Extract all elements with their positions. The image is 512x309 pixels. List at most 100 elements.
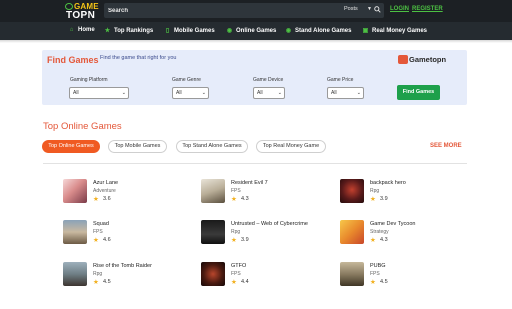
game-rating: 4.3 (241, 196, 249, 202)
gamepad-icon: ◉ (285, 28, 292, 34)
register-link[interactable]: REGISTER (412, 6, 443, 12)
price-select[interactable]: All ⌄ (327, 87, 364, 99)
game-card[interactable]: Game Dev Tycoon Strategy ★ 4.3 (340, 220, 480, 248)
nav-online-games[interactable]: ◉ Online Games (226, 27, 277, 35)
nav-stand-alone-games[interactable]: ◉ Stand Alone Games (285, 27, 352, 35)
search-input[interactable] (108, 4, 338, 17)
main-nav: ⌂ Home ★ Top Rankings ▯ Mobile Games ◉ O… (0, 22, 512, 40)
nav-shadow (0, 40, 512, 43)
platform-select-value: All (73, 90, 79, 96)
section-title: Top Online Games (43, 121, 122, 132)
game-name[interactable]: GTFO (231, 263, 246, 269)
gametopn-logo: Gametopn (398, 54, 458, 66)
find-games-subtitle: Find the game that right for you (100, 55, 177, 61)
nav-home-label: Home (78, 27, 95, 33)
site-logo[interactable]: GAME TOPN (65, 2, 102, 21)
game-card[interactable]: Untrusted – Web of Cybercrime Rpg ★ 3.9 (201, 220, 341, 248)
home-icon: ⌂ (69, 27, 74, 33)
game-thumbnail[interactable] (340, 220, 364, 244)
nav-real-money-games[interactable]: ▣ Real Money Games (362, 27, 428, 35)
gamepad-icon: ◉ (226, 28, 233, 34)
game-rating: 4.6 (103, 237, 111, 243)
device-select[interactable]: All ⌄ (253, 87, 285, 99)
game-genre: Adventure (93, 188, 116, 194)
game-thumbnail[interactable] (201, 179, 225, 203)
star-icon: ★ (93, 279, 99, 286)
game-genre: Rpg (370, 188, 380, 194)
game-rating: 4.5 (380, 279, 388, 285)
login-link[interactable]: LOGIN (390, 6, 409, 12)
star-icon: ★ (231, 196, 237, 203)
game-card[interactable]: Azur Lane Adventure ★ 3.6 (63, 179, 203, 207)
nav-mobile-games-label: Mobile Games (174, 27, 215, 34)
logo-ring-icon (65, 3, 73, 10)
game-rating: 3.6 (103, 196, 111, 202)
game-name[interactable]: Azur Lane (93, 180, 118, 186)
nav-online-games-label: Online Games (236, 27, 277, 34)
game-rating: 4.3 (380, 237, 388, 243)
game-card[interactable]: Squad FPS ★ 4.6 (63, 220, 203, 248)
tab-top-online-games[interactable]: Top Online Games (42, 140, 100, 153)
chevron-down-icon: ⌄ (121, 90, 126, 96)
star-icon: ★ (370, 196, 376, 203)
game-name[interactable]: Rise of the Tomb Raider (93, 263, 152, 269)
game-name[interactable]: Untrusted – Web of Cybercrime (231, 221, 308, 227)
game-rating: 4.4 (241, 279, 249, 285)
game-name[interactable]: PUBG (370, 263, 386, 269)
star-icon: ★ (370, 237, 376, 244)
nav-home[interactable]: ⌂ Home (68, 27, 95, 33)
search-icon[interactable] (374, 6, 381, 13)
genre-select-value: All (176, 90, 182, 96)
search-category-select[interactable]: Posts (344, 6, 358, 12)
game-thumbnail[interactable] (340, 262, 364, 286)
find-games-title: Find Games (47, 55, 99, 65)
top-header: GAME TOPN Posts ▼ LOGIN REGISTER (0, 0, 512, 22)
find-games-button[interactable]: Find Games (397, 85, 440, 100)
price-label: Game Price (327, 77, 354, 83)
game-card[interactable]: GTFO FPS ★ 4.4 (201, 262, 341, 290)
nav-top-rankings[interactable]: ★ Top Rankings (104, 27, 153, 35)
tab-top-stand-alone-games[interactable]: Top Stand Alone Games (176, 140, 248, 153)
nav-real-money-games-label: Real Money Games (372, 27, 428, 34)
game-genre: FPS (231, 271, 241, 277)
platform-label: Gaming Platform (70, 77, 108, 83)
game-thumbnail[interactable] (63, 179, 87, 203)
game-rating: 4.5 (103, 279, 111, 285)
game-name[interactable]: Squad (93, 221, 109, 227)
game-thumbnail[interactable] (63, 262, 87, 286)
game-name[interactable]: Resident Evil 7 (231, 180, 268, 186)
game-thumbnail[interactable] (63, 220, 87, 244)
game-card[interactable]: Rise of the Tomb Raider Rpg ★ 4.5 (63, 262, 203, 290)
logo-line2: TOPN (66, 10, 96, 21)
platform-select[interactable]: All ⌄ (69, 87, 129, 99)
chevron-down-icon: ⌄ (356, 90, 361, 96)
gametopn-logo-text: Gametopn (409, 55, 447, 64)
star-icon: ★ (93, 237, 99, 244)
tab-top-mobile-games[interactable]: Top Mobile Games (108, 140, 167, 153)
game-genre: FPS (370, 271, 380, 277)
game-thumbnail[interactable] (201, 220, 225, 244)
nav-mobile-games[interactable]: ▯ Mobile Games (164, 27, 215, 35)
chevron-down-icon: ⌄ (201, 90, 206, 96)
chevron-down-icon[interactable]: ▼ (367, 6, 372, 12)
game-name[interactable]: Game Dev Tycoon (370, 221, 415, 227)
nav-stand-alone-games-label: Stand Alone Games (295, 27, 352, 34)
game-card[interactable]: PUBG FPS ★ 4.5 (340, 262, 480, 290)
game-thumbnail[interactable] (201, 262, 225, 286)
see-more-link[interactable]: SEE MORE (430, 143, 462, 149)
money-icon: ▣ (362, 28, 369, 34)
game-genre: Strategy (370, 229, 389, 235)
game-card[interactable]: Resident Evil 7 FPS ★ 4.3 (201, 179, 341, 207)
section-divider (43, 163, 467, 164)
find-games-panel: Find Games Find the game that right for … (42, 50, 467, 105)
device-label: Game Device (253, 77, 284, 83)
trophy-icon: ★ (104, 28, 111, 34)
tab-top-real-money-game[interactable]: Top Real Money Game (256, 140, 326, 153)
device-select-value: All (257, 90, 263, 96)
game-card[interactable]: backpack hero Rpg ★ 3.9 (340, 179, 480, 207)
game-thumbnail[interactable] (340, 179, 364, 203)
genre-select[interactable]: All ⌄ (172, 87, 209, 99)
game-genre: FPS (231, 188, 241, 194)
game-name[interactable]: backpack hero (370, 180, 406, 186)
mobile-icon: ▯ (165, 28, 170, 34)
